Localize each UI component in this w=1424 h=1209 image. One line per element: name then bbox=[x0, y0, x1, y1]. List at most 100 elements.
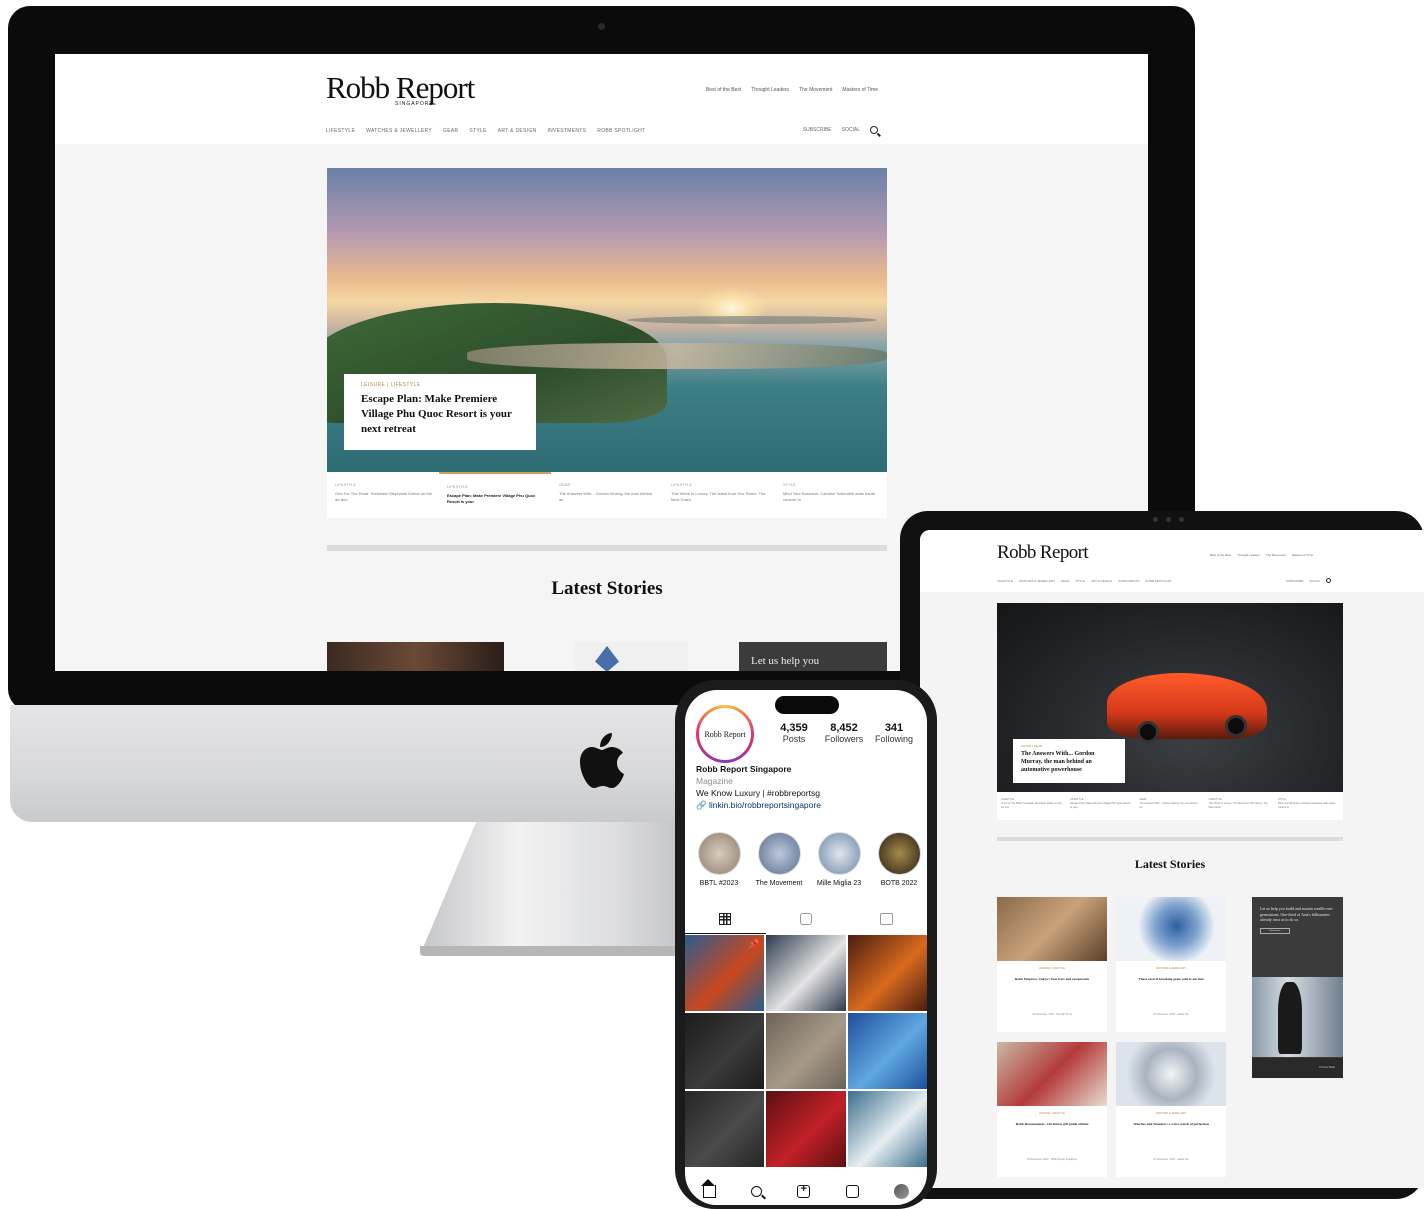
stat-followers[interactable]: 8,452 Followers bbox=[819, 722, 869, 744]
stat-following[interactable]: 341 Following bbox=[869, 722, 919, 744]
story-card-title[interactable]: Robb Empress: Tokyo's best bars and rest… bbox=[1005, 977, 1099, 982]
profile-avatar[interactable]: Robb Report bbox=[699, 708, 751, 760]
tablet-bank-ad[interactable]: Let us help you build and sustain wealth… bbox=[1252, 897, 1343, 1078]
story-card-title[interactable]: Robb Recommends: Christmas gift guide ed… bbox=[1005, 1122, 1099, 1127]
hero-title[interactable]: Escape Plan: Make Premiere Village Phu Q… bbox=[361, 392, 519, 437]
story-card-category: LEISURE | LIFESTYLE bbox=[1039, 967, 1065, 970]
top-link-the-movement[interactable]: The Movement bbox=[799, 87, 832, 93]
tablet-nav-item[interactable]: LIFESTYLE bbox=[997, 579, 1013, 583]
tablet-top-link[interactable]: Thought Leaders bbox=[1237, 553, 1260, 557]
nav-item-robb-spotlight[interactable]: ROBB SPOTLIGHT bbox=[597, 128, 645, 134]
tablet-strip-text: Mind Your Business: Caroline Scheufele a… bbox=[1277, 802, 1336, 809]
ad-footer: Private Bank bbox=[1252, 1058, 1343, 1078]
new-post-icon[interactable] bbox=[797, 1183, 811, 1198]
tab-tagged[interactable] bbox=[846, 904, 927, 934]
highlight-item[interactable]: BBTL #2023 bbox=[691, 832, 747, 887]
home-icon[interactable] bbox=[700, 1179, 716, 1198]
nav-item-art-design[interactable]: ART & DESIGN bbox=[498, 128, 537, 134]
tablet-strip-text: One For The Road: Teetotaler Stephanie D… bbox=[1001, 802, 1062, 809]
strip-category: LIFESTYLE bbox=[335, 482, 357, 487]
social-link[interactable]: SOCIAL bbox=[842, 127, 860, 133]
apple-logo-icon bbox=[580, 733, 624, 788]
search-icon[interactable] bbox=[1326, 578, 1332, 583]
post-thumbnail[interactable] bbox=[685, 1091, 765, 1167]
hero-shore bbox=[467, 343, 887, 369]
post-thumbnail[interactable] bbox=[766, 935, 846, 1011]
tablet-latest-stories-heading: Latest Stories bbox=[1134, 857, 1206, 871]
tablet-nav-item[interactable]: STYLE bbox=[1075, 579, 1085, 583]
strip-item[interactable]: GEAR The Answers With... Gordon Murray, … bbox=[551, 472, 663, 518]
hero-image[interactable]: LEISURE | LIFESTYLE Escape Plan: Make Pr… bbox=[327, 168, 887, 472]
search-icon[interactable] bbox=[751, 1186, 763, 1197]
highlight-item[interactable]: Mille Miglia 23 bbox=[811, 832, 867, 887]
search-icon[interactable] bbox=[870, 126, 878, 134]
profile-link[interactable]: 🔗 linkin.bio/robbreportsingapore bbox=[696, 800, 821, 811]
tablet-nav-item[interactable]: ART & DESIGN bbox=[1091, 579, 1112, 583]
highlight-item[interactable]: The Movement bbox=[751, 832, 807, 887]
tablet-top-link[interactable]: Masters of Time bbox=[1292, 553, 1313, 557]
strip-item[interactable]: STYLE Mind Your Business: Caroline Scheu… bbox=[775, 472, 887, 518]
tablet-logo[interactable]: Robb Report bbox=[997, 542, 1089, 564]
post-thumbnail[interactable] bbox=[766, 1091, 846, 1167]
story-card-title[interactable]: Watches and Wonders: a wrist-watch of pe… bbox=[1124, 1122, 1218, 1127]
highlight-item[interactable]: BOTB 2022 bbox=[871, 832, 927, 887]
strip-item-active[interactable]: LIFESTYLE Escape Plan: Make Premiere Vil… bbox=[439, 472, 551, 518]
tablet-top-link[interactable]: Best of the Best bbox=[1210, 553, 1231, 557]
post-thumbnail[interactable]: 📌 bbox=[685, 935, 765, 1011]
site-logo-subtitle: SINGAPORE bbox=[395, 101, 434, 107]
tablet-strip-item[interactable]: GEAR The Answers With... Gordon Murray, t… bbox=[1135, 792, 1204, 820]
tablet-nav-right: SUBSCRIBE SOCIAL bbox=[1286, 578, 1332, 583]
tablet-nav-item[interactable]: INVESTMENTS bbox=[1118, 579, 1139, 583]
story-card-image[interactable] bbox=[327, 642, 504, 671]
stat-label: Posts bbox=[782, 734, 806, 744]
tablet-top-link[interactable]: The Movement bbox=[1266, 553, 1286, 557]
profile-stats: 4,359 Posts 8,452 Followers 341 Followin… bbox=[769, 722, 919, 744]
stat-posts[interactable]: 4,359 Posts bbox=[769, 722, 819, 744]
story-card[interactable]: WATCHES & JEWELLERY These record-breakin… bbox=[1116, 897, 1226, 1032]
tablet-strip-item[interactable]: LIFESTYLE This Week In Luxury: The latest… bbox=[1205, 792, 1274, 820]
post-thumbnail[interactable] bbox=[847, 1013, 927, 1089]
tab-reels[interactable] bbox=[766, 904, 847, 934]
top-link-thought-leaders[interactable]: Thought Leaders bbox=[751, 87, 789, 93]
strip-item[interactable]: LIFESTYLE One For The Road: Teetotaler S… bbox=[327, 472, 439, 518]
nav-item-gear[interactable]: GEAR bbox=[443, 128, 458, 134]
story-card[interactable]: WATCHES & JEWELLERY Watches and Wonders:… bbox=[1116, 1042, 1226, 1177]
tablet-strip-item[interactable]: STYLE Mind Your Business: Caroline Scheuf… bbox=[1274, 792, 1343, 820]
top-link-masters-of-time[interactable]: Masters of Time bbox=[842, 87, 878, 93]
tablet-nav-item[interactable]: GEAR bbox=[1061, 579, 1070, 583]
strip-category: LIFESTYLE bbox=[447, 484, 469, 489]
strip-item[interactable]: LIFESTYLE This Week In Luxury: The lates… bbox=[663, 472, 775, 518]
tablet-hero-image[interactable]: AUTOS | GEAR The Answers With... Gordon … bbox=[997, 603, 1343, 792]
post-thumbnail[interactable] bbox=[847, 1091, 927, 1167]
tablet-nav-item[interactable]: WATCHES & JEWELLERY bbox=[1019, 579, 1055, 583]
post-thumbnail[interactable] bbox=[847, 935, 927, 1011]
tablet-hero-title[interactable]: The Answers With... Gordon Murray, the m… bbox=[1021, 750, 1117, 774]
story-card-image[interactable] bbox=[574, 642, 688, 671]
nav-item-lifestyle[interactable]: LIFESTYLE bbox=[326, 128, 355, 134]
nav-item-watches-jewellery[interactable]: WATCHES & JEWELLERY bbox=[366, 128, 432, 134]
subscribe-link[interactable]: SUBSCRIBE bbox=[803, 127, 832, 133]
tablet-subscribe[interactable]: SUBSCRIBE bbox=[1286, 579, 1303, 583]
post-thumbnail[interactable] bbox=[685, 1013, 765, 1089]
tab-posts[interactable] bbox=[685, 904, 766, 934]
nav-item-style[interactable]: STYLE bbox=[469, 128, 486, 134]
tablet-hero-caption[interactable]: AUTOS | GEAR The Answers With... Gordon … bbox=[1013, 739, 1125, 783]
highlight-label: BOTB 2022 bbox=[880, 880, 918, 887]
ad-find-out-more-button[interactable]: Find out more bbox=[1260, 927, 1290, 934]
post-thumbnail[interactable] bbox=[766, 1013, 846, 1089]
story-card-category: LEISURE | LIFESTYLE bbox=[1039, 1112, 1065, 1115]
tablet-social[interactable]: SOCIAL bbox=[1309, 579, 1320, 583]
bank-ad[interactable]: Let us help you bbox=[739, 642, 887, 671]
reels-icon[interactable] bbox=[845, 1185, 859, 1198]
tablet-nav-item[interactable]: ROBB SPOTLIGHT bbox=[1145, 579, 1171, 583]
story-card-title[interactable]: These record-breaking gems sold at aucti… bbox=[1124, 977, 1218, 982]
tablet-strip-item[interactable]: LIFESTYLE Escape Plan: Make Premiere Vill… bbox=[1066, 792, 1135, 820]
story-card[interactable]: LEISURE | LIFESTYLE Robb Empress: Tokyo'… bbox=[997, 897, 1107, 1032]
story-card-image bbox=[997, 1042, 1107, 1106]
tablet-strip-item[interactable]: LIFESTYLE One For The Road: Teetotaler St… bbox=[997, 792, 1066, 820]
nav-item-investments[interactable]: INVESTMENTS bbox=[547, 128, 586, 134]
story-card[interactable]: LEISURE | LIFESTYLE Robb Recommends: Chr… bbox=[997, 1042, 1107, 1177]
hero-caption[interactable]: LEISURE | LIFESTYLE Escape Plan: Make Pr… bbox=[344, 374, 536, 450]
top-link-best-of-the-best[interactable]: Best of the Best bbox=[706, 87, 741, 93]
profile-icon[interactable] bbox=[894, 1184, 910, 1199]
